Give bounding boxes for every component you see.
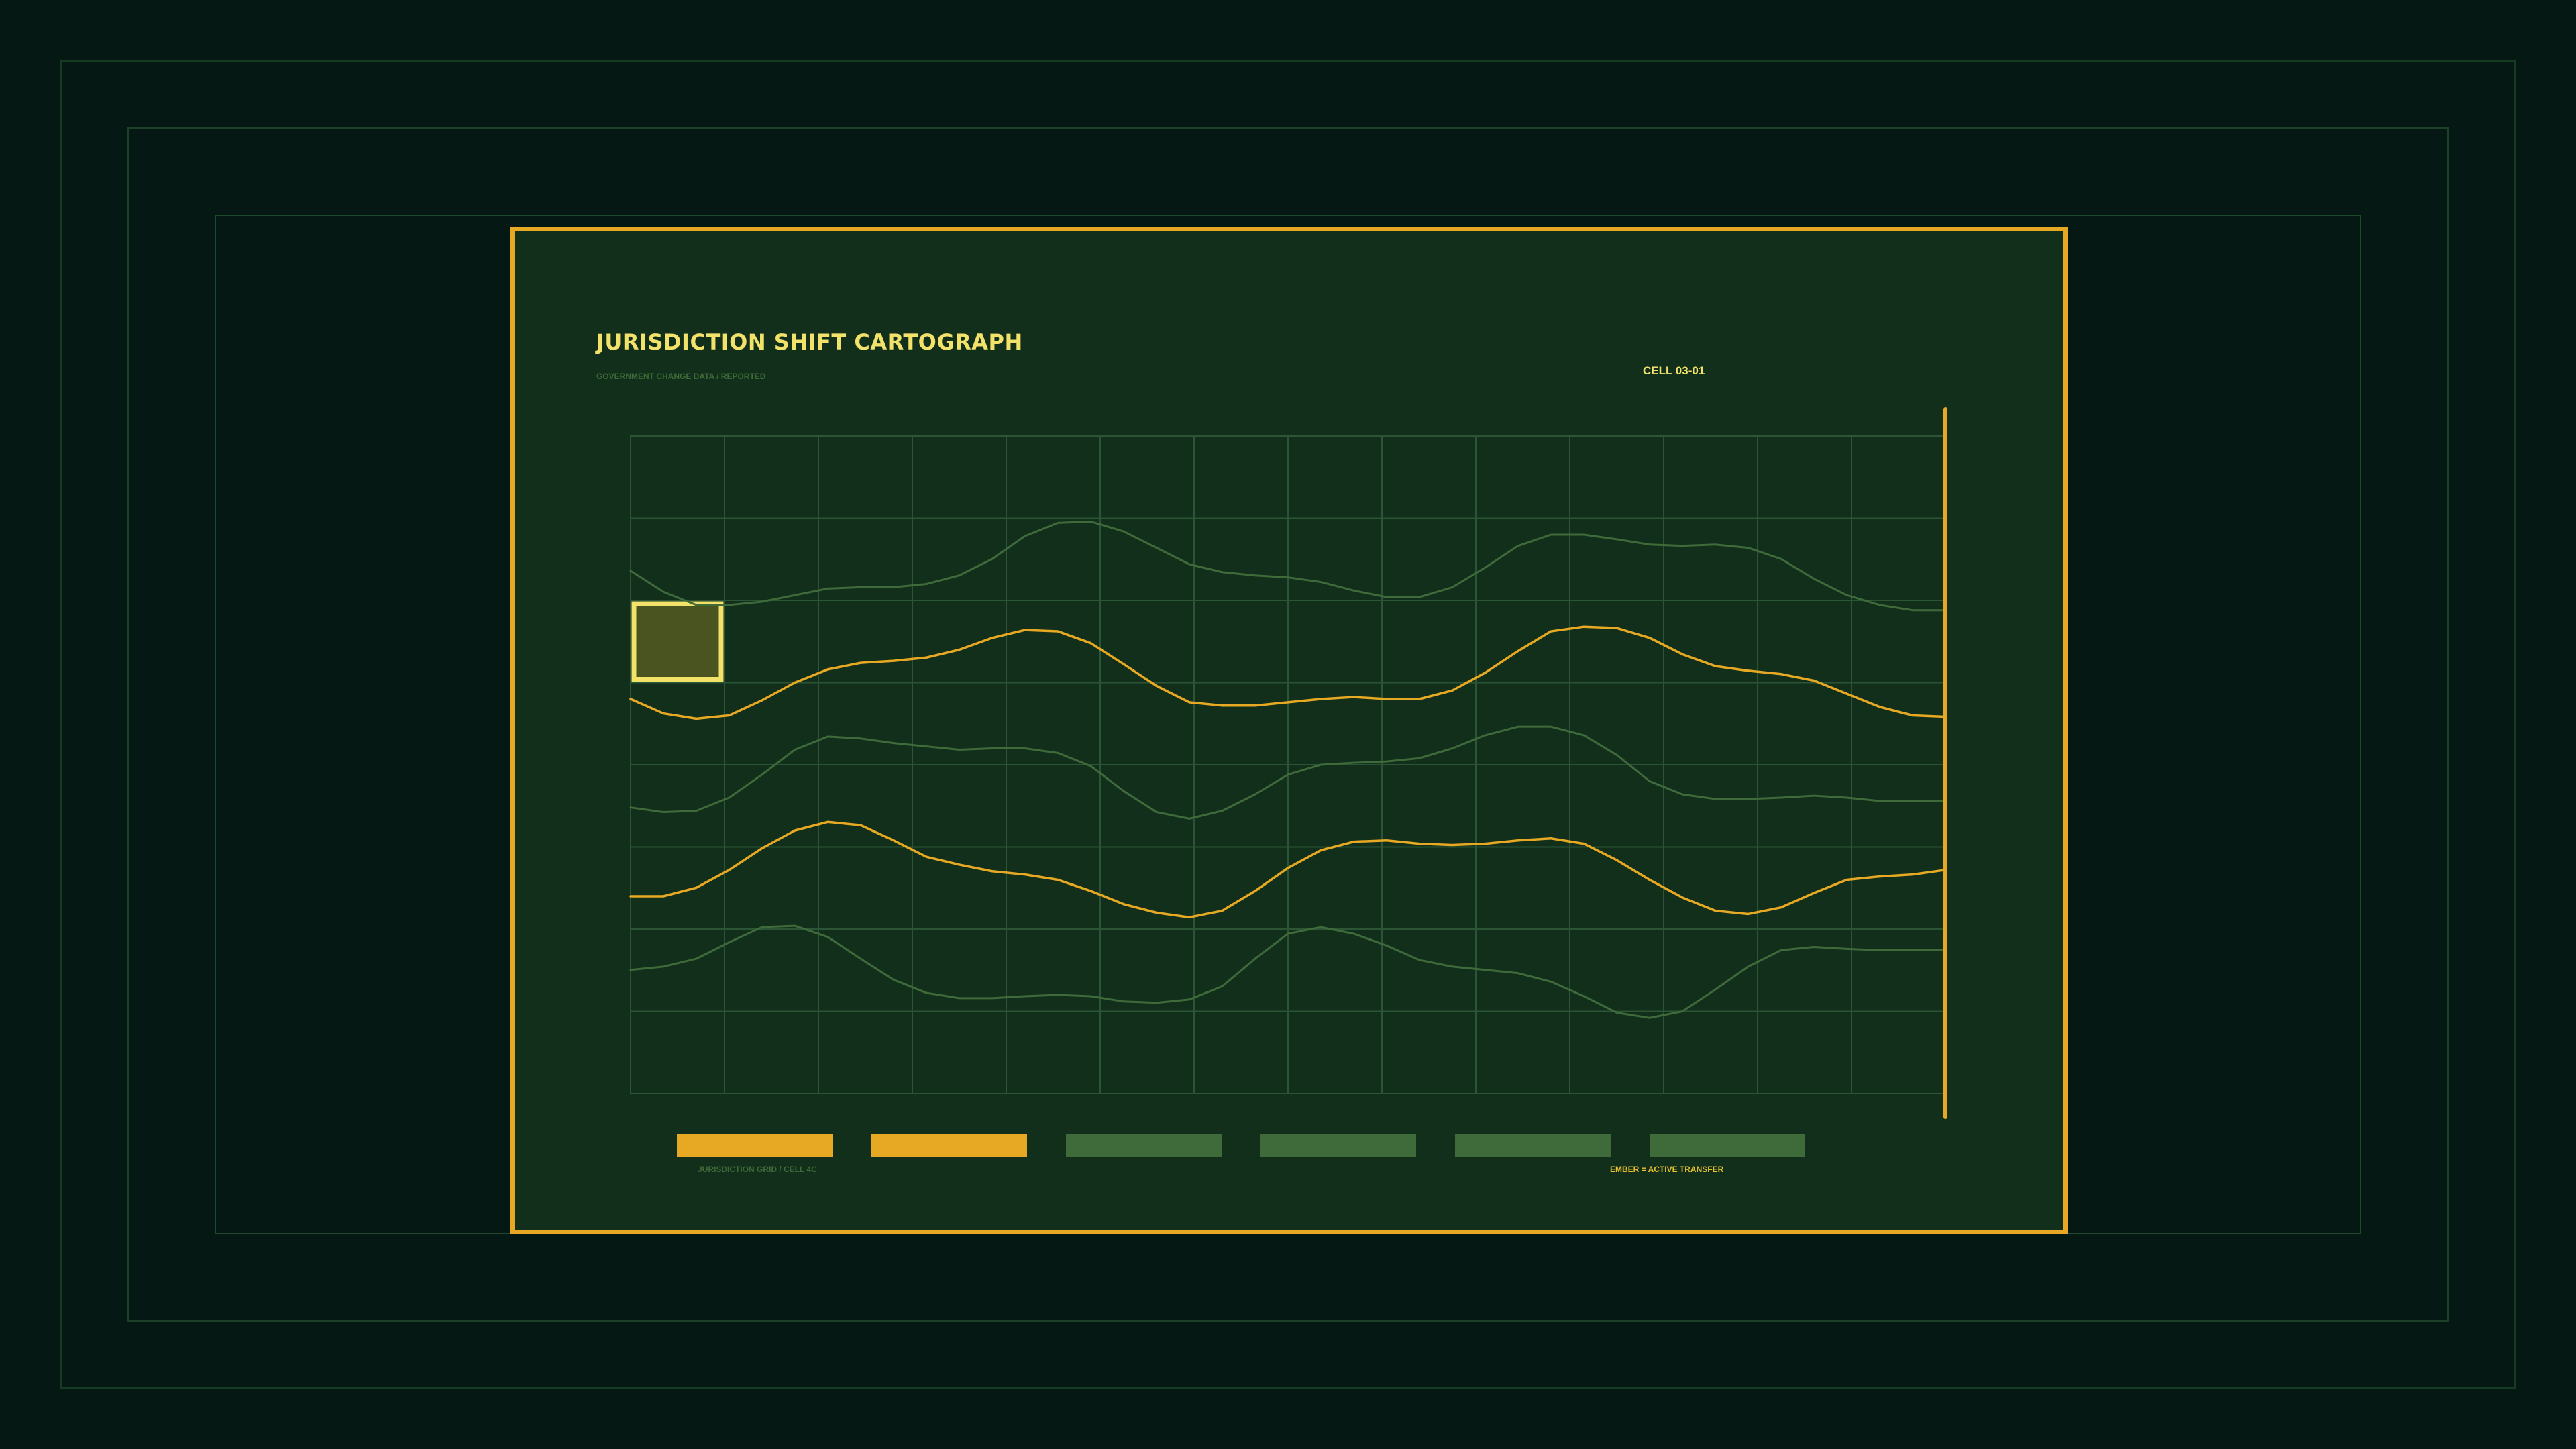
chart-canvas [629, 407, 1947, 1157]
legend-swatch-6 [1650, 1134, 1805, 1157]
highlight-layer [631, 601, 724, 682]
legend-swatch-4 [1260, 1134, 1416, 1157]
legend-swatch-2 [871, 1134, 1027, 1157]
legend-swatch-5 [1455, 1134, 1611, 1157]
legend-layer [677, 1134, 1805, 1157]
footer-right-label: EMBER = ACTIVE TRANSFER [1610, 1165, 1724, 1174]
grid-layer [630, 435, 1946, 1094]
highlight-cell [631, 601, 724, 682]
legend-swatch-3 [1066, 1134, 1222, 1157]
footer-left-label: JURISDICTION GRID / CELL 4C [698, 1165, 817, 1174]
legend-swatch-1 [677, 1134, 833, 1157]
